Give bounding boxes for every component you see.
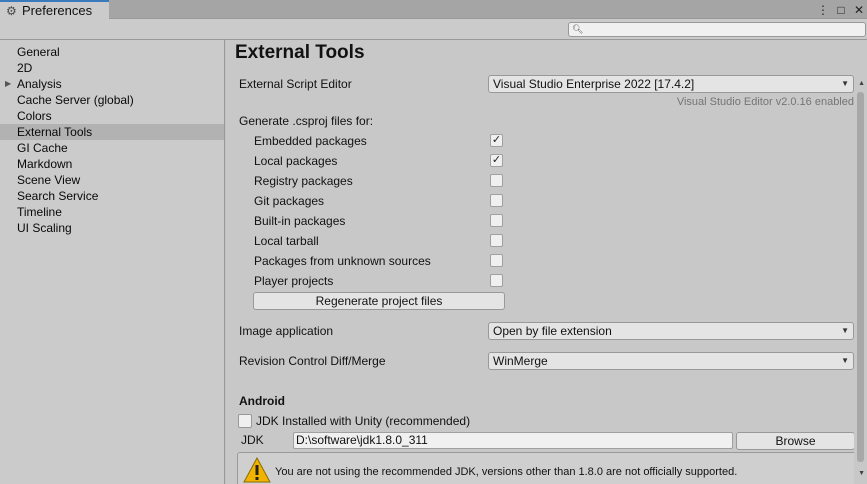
player-projects-checkbox[interactable]	[490, 274, 503, 287]
page-title: External Tools	[235, 42, 365, 63]
image-app-value: Open by file extension	[493, 324, 612, 338]
sidebar-item-cache-server[interactable]: Cache Server (global)	[0, 92, 224, 108]
sidebar-item-label: UI Scaling	[17, 221, 72, 235]
option-label: Registry packages	[254, 174, 353, 188]
caret-down-icon: ▼	[841, 79, 849, 88]
scroll-down-icon[interactable]: ▼	[858, 470, 865, 477]
script-editor-label: External Script Editor	[239, 77, 352, 91]
tab-strip: ⚙ Preferences ⋮ □ ✕	[0, 0, 867, 19]
unknown-sources-checkbox[interactable]	[490, 254, 503, 267]
option-label: Local tarball	[254, 234, 319, 248]
option-label: Player projects	[254, 274, 334, 288]
sidebar-item-ui-scaling[interactable]: UI Scaling	[0, 220, 224, 236]
sidebar-item-label: Timeline	[17, 205, 62, 219]
close-icon[interactable]: ✕	[853, 3, 865, 17]
sidebar-item-label: GI Cache	[17, 141, 68, 155]
script-editor-dropdown[interactable]: Visual Studio Enterprise 2022 [17.4.2] ▼	[488, 75, 854, 93]
sidebar-item-external-tools[interactable]: External Tools	[0, 124, 224, 140]
scroll-up-icon[interactable]: ▲	[858, 80, 865, 87]
more-menu-icon[interactable]: ⋮	[817, 3, 829, 17]
sidebar-item-label: Search Service	[17, 189, 99, 203]
diff-merge-value: WinMerge	[493, 354, 548, 368]
sidebar-item-search-service[interactable]: Search Service	[0, 188, 224, 204]
jdk-label: JDK	[241, 433, 264, 447]
sidebar-item-timeline[interactable]: Timeline	[0, 204, 224, 220]
jdk-warning-text: You are not using the recommended JDK, v…	[275, 466, 738, 478]
caret-down-icon: ▼	[841, 326, 849, 335]
regenerate-project-files-button[interactable]: Regenerate project files	[253, 292, 505, 310]
main-scrollbar[interactable]: ▲ ▼	[854, 40, 867, 484]
jdk-installed-with-unity-checkbox[interactable]	[238, 414, 252, 428]
sidebar-item-scene-view[interactable]: Scene View	[0, 172, 224, 188]
sidebar-item-label: Markdown	[17, 157, 73, 171]
sidebar-item-label: Colors	[17, 109, 52, 123]
registry-packages-checkbox[interactable]	[490, 174, 503, 187]
sidebar-item-label: External Tools	[17, 125, 93, 139]
sidebar-item-gi-cache[interactable]: GI Cache	[0, 140, 224, 156]
browse-button[interactable]: Browse	[736, 432, 855, 450]
sidebar: General 2D ▶ Analysis Cache Server (globa…	[0, 40, 225, 484]
sidebar-item-label: General	[17, 45, 60, 59]
option-label: Packages from unknown sources	[254, 254, 431, 268]
option-label: Built-in packages	[254, 214, 346, 228]
search-row: 🔍︎	[0, 19, 867, 40]
warning-icon	[243, 457, 271, 483]
search-icon: 🔍︎	[572, 24, 584, 34]
local-tarball-checkbox[interactable]	[490, 234, 503, 247]
sidebar-item-2d[interactable]: 2D	[0, 60, 224, 76]
sidebar-item-label: Scene View	[17, 173, 81, 187]
sidebar-item-label: Cache Server (global)	[17, 93, 134, 107]
android-section-title: Android	[239, 394, 285, 408]
sidebar-item-colors[interactable]: Colors	[0, 108, 224, 124]
local-packages-checkbox[interactable]: ✓	[490, 154, 503, 167]
window-controls: ⋮ □ ✕	[817, 0, 867, 19]
sidebar-item-label: 2D	[17, 61, 33, 75]
tab-title: Preferences	[22, 3, 93, 18]
expand-arrow-icon[interactable]: ▶	[5, 76, 11, 92]
caret-down-icon: ▼	[841, 356, 849, 365]
jdk-path-field[interactable]: D:\software\jdk1.8.0_311	[293, 432, 733, 449]
sidebar-item-markdown[interactable]: Markdown	[0, 156, 224, 172]
scrollbar-thumb[interactable]	[857, 92, 864, 462]
jdk-installed-with-unity-label: JDK Installed with Unity (recommended)	[256, 414, 471, 428]
editor-version-note: Visual Studio Editor v2.0.16 enabled	[676, 96, 854, 108]
sidebar-item-general[interactable]: General	[0, 44, 224, 60]
diff-merge-label: Revision Control Diff/Merge	[239, 354, 386, 368]
tab-preferences[interactable]: ⚙ Preferences	[0, 0, 109, 19]
gear-icon: ⚙	[6, 3, 17, 18]
main-panel: External Tools External Script Editor Vi…	[226, 40, 867, 484]
search-input[interactable]	[583, 23, 863, 36]
image-app-dropdown[interactable]: Open by file extension ▼	[488, 322, 854, 340]
option-label: Embedded packages	[254, 134, 367, 148]
embedded-packages-checkbox[interactable]: ✓	[490, 134, 503, 147]
git-packages-checkbox[interactable]	[490, 194, 503, 207]
script-editor-value: Visual Studio Enterprise 2022 [17.4.2]	[493, 77, 695, 91]
option-label: Git packages	[254, 194, 325, 208]
sidebar-item-label: Analysis	[17, 77, 62, 91]
sidebar-list: General 2D ▶ Analysis Cache Server (globa…	[0, 40, 224, 236]
maximize-icon[interactable]: □	[835, 3, 847, 17]
csproj-label: Generate .csproj files for:	[239, 114, 374, 128]
image-app-label: Image application	[239, 324, 334, 338]
search-field[interactable]: 🔍︎	[568, 22, 866, 37]
jdk-warning-box: You are not using the recommended JDK, v…	[237, 452, 857, 484]
sidebar-item-analysis[interactable]: ▶ Analysis	[0, 76, 224, 92]
built-in-packages-checkbox[interactable]	[490, 214, 503, 227]
option-label: Local packages	[254, 154, 338, 168]
diff-merge-dropdown[interactable]: WinMerge ▼	[488, 352, 854, 370]
